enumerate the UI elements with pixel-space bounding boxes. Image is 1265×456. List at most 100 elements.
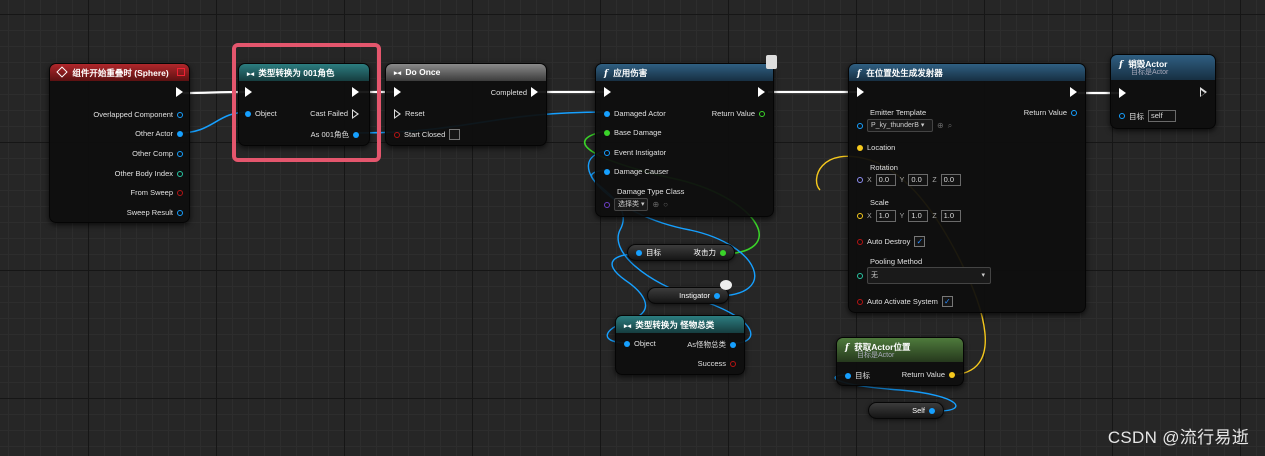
do-once-node[interactable]: ▸◂ Do Once Completed Reset Start Closed bbox=[385, 63, 547, 146]
pin-object[interactable]: Object bbox=[624, 339, 656, 348]
node-header: f 获取Actor位置 目标是Actor bbox=[837, 338, 963, 362]
pin-rotation[interactable]: X 0.0 Y 0.0 Z 0.0 bbox=[857, 174, 961, 186]
pin-scale-label: Scale bbox=[870, 198, 889, 207]
pin-pooling-method[interactable]: 无 ▾ bbox=[857, 267, 991, 284]
get-attack-power-node[interactable]: 目标 攻击力 bbox=[627, 244, 735, 261]
event-component-begin-overlap-node[interactable]: 组件开始重叠时 (Sphere) Overlapped Component Ot… bbox=[49, 63, 190, 223]
pin-damage-causer[interactable]: Damage Causer bbox=[604, 167, 669, 176]
exec-in-pin[interactable] bbox=[1119, 88, 1126, 98]
function-icon: f bbox=[857, 69, 861, 79]
pin-success[interactable]: Success bbox=[698, 359, 736, 368]
cast-to-monster-node[interactable]: ▸◂ 类型转换为 怪物总类 Object As怪物总类 Success bbox=[615, 315, 745, 375]
pin-damaged-actor[interactable]: Damaged Actor bbox=[604, 109, 666, 118]
cast-icon: ▸◂ bbox=[247, 71, 255, 78]
node-header: ▸◂ 类型转换为 001角色 bbox=[239, 64, 369, 81]
cast-to-role-node[interactable]: ▸◂ 类型转换为 001角色 Object Cast Failed As 001… bbox=[238, 63, 370, 146]
cast-icon: ▸◂ bbox=[624, 323, 632, 330]
scale-y-field[interactable]: 1.0 bbox=[908, 210, 929, 222]
start-closed-checkbox[interactable] bbox=[449, 129, 461, 140]
rotation-z-field[interactable]: 0.0 bbox=[940, 174, 961, 186]
auto-destroy-checkbox[interactable]: ✓ bbox=[914, 236, 926, 247]
pin-auto-destroy[interactable]: Auto Destroy ✓ bbox=[857, 236, 926, 247]
node-header: f 销毁Actor 目标是Actor bbox=[1111, 55, 1215, 80]
damage-type-dropdown[interactable]: 选择类 ▾ bbox=[614, 198, 649, 211]
function-icon: f bbox=[1119, 60, 1123, 70]
exec-out-pin[interactable] bbox=[1200, 87, 1207, 97]
target-self-field[interactable]: self bbox=[1148, 110, 1176, 122]
pin-other-body-index[interactable]: Other Body Index bbox=[115, 169, 183, 178]
node-header: f 在位置处生成发射器 bbox=[849, 64, 1085, 81]
server-icon bbox=[766, 55, 777, 69]
node-title: 在位置处生成发射器 bbox=[866, 68, 943, 78]
pin-base-damage[interactable]: Base Damage bbox=[604, 128, 662, 137]
emitter-template-dropdown[interactable]: P_ky_thunderB ▾ bbox=[867, 119, 933, 132]
pin-target[interactable]: 目标 bbox=[636, 247, 661, 258]
pin-emitter-template[interactable]: P_ky_thunderB ▾ ⊕ ⌕ bbox=[857, 119, 952, 132]
auto-activate-checkbox[interactable]: ✓ bbox=[941, 296, 953, 307]
scale-x-field[interactable]: 1.0 bbox=[875, 210, 896, 222]
node-title: 类型转换为 怪物总类 bbox=[635, 320, 715, 330]
pin-attack-power[interactable]: 攻击力 bbox=[694, 247, 726, 258]
pin-instigator[interactable]: Instigator bbox=[679, 291, 720, 300]
apply-damage-node[interactable]: f 应用伤害 Damaged Actor Return Value Base D… bbox=[595, 55, 777, 217]
node-title: 应用伤害 bbox=[613, 68, 648, 78]
pin-location[interactable]: Location bbox=[857, 143, 895, 152]
function-icon: f bbox=[604, 69, 608, 79]
pin-self[interactable]: Self bbox=[912, 406, 935, 415]
exec-in-pin[interactable] bbox=[857, 87, 864, 97]
rotation-y-field[interactable]: 0.0 bbox=[908, 174, 929, 186]
pin-completed[interactable]: Completed bbox=[491, 87, 538, 97]
search-icon[interactable]: ⌕ bbox=[948, 121, 952, 131]
pin-as-monster[interactable]: As怪物总类 bbox=[687, 339, 736, 350]
get-instigator-node[interactable]: Instigator bbox=[647, 280, 732, 304]
pin-target[interactable]: 目标 bbox=[845, 370, 870, 381]
exec-out-pin[interactable] bbox=[176, 87, 183, 97]
node-title: 组件开始重叠时 (Sphere) bbox=[72, 68, 169, 78]
pin-event-instigator[interactable]: Event Instigator bbox=[604, 148, 666, 157]
use-selected-icon[interactable]: ⊕ bbox=[937, 121, 944, 130]
spawn-emitter-node[interactable]: f 在位置处生成发射器 Emitter Template P_ky_thunde… bbox=[848, 63, 1086, 313]
pin-emitter-template-label: Emitter Template bbox=[870, 108, 927, 117]
pin-damage-type-class[interactable]: 选择类 ▾ ⊕ ○ bbox=[604, 198, 668, 211]
scale-z-field[interactable]: 1.0 bbox=[940, 210, 961, 222]
pin-cast-failed[interactable]: Cast Failed bbox=[310, 108, 359, 119]
pin-other-comp[interactable]: Other Comp bbox=[132, 149, 183, 158]
exec-out-pin[interactable] bbox=[758, 87, 765, 97]
use-selected-icon[interactable]: ⊕ bbox=[652, 200, 659, 209]
pin-as-role[interactable]: As 001角色 bbox=[311, 129, 359, 140]
node-subtitle: 目标是Actor bbox=[1131, 69, 1169, 76]
rotation-x-field[interactable]: 0.0 bbox=[875, 174, 896, 186]
pin-other-actor[interactable]: Other Actor bbox=[135, 129, 183, 138]
node-header: 组件开始重叠时 (Sphere) bbox=[50, 64, 189, 81]
pin-sweep-result[interactable]: Sweep Result bbox=[127, 208, 183, 217]
pin-return-value[interactable]: Return Value bbox=[712, 109, 765, 118]
exec-out-pin[interactable] bbox=[352, 87, 359, 97]
pin-from-sweep[interactable]: From Sweep bbox=[130, 188, 183, 197]
browse-icon[interactable]: ○ bbox=[663, 200, 668, 209]
exec-in-pin[interactable] bbox=[604, 87, 611, 97]
pin-return-value[interactable]: Return Value bbox=[902, 370, 955, 379]
delegate-pin-icon[interactable] bbox=[177, 68, 185, 76]
exec-wire-event-to-cast bbox=[182, 90, 247, 95]
macro-icon: ▸◂ bbox=[394, 70, 402, 77]
self-reference-node[interactable]: Self bbox=[868, 402, 944, 419]
exec-out-pin[interactable] bbox=[1070, 87, 1077, 97]
node-header: ▸◂ Do Once bbox=[386, 64, 546, 81]
pin-return-value[interactable]: Return Value bbox=[1024, 108, 1077, 117]
function-icon: f bbox=[845, 343, 849, 353]
pin-overlapped-component[interactable]: Overlapped Component bbox=[93, 110, 183, 119]
pin-start-closed[interactable]: Start Closed bbox=[394, 129, 461, 140]
pin-pooling-method-label: Pooling Method bbox=[870, 257, 923, 266]
destroy-actor-node[interactable]: f 销毁Actor 目标是Actor 目标 self bbox=[1110, 54, 1216, 129]
node-title: 类型转换为 001角色 bbox=[258, 68, 335, 78]
exec-in-pin[interactable] bbox=[245, 87, 252, 97]
pin-scale[interactable]: X 1.0 Y 1.0 Z 1.0 bbox=[857, 210, 961, 222]
exec-in-pin[interactable] bbox=[394, 87, 401, 97]
pooling-method-dropdown[interactable]: 无 ▾ bbox=[867, 267, 991, 284]
pin-object[interactable]: Object bbox=[245, 109, 277, 118]
pin-target[interactable]: 目标 self bbox=[1119, 110, 1176, 122]
pin-reset[interactable]: Reset bbox=[394, 108, 425, 119]
get-actor-location-node[interactable]: f 获取Actor位置 目标是Actor 目标 Return Value bbox=[836, 337, 964, 386]
watermark: CSDN @流行易逝 bbox=[1107, 428, 1249, 447]
pin-auto-activate[interactable]: Auto Activate System ✓ bbox=[857, 296, 953, 307]
